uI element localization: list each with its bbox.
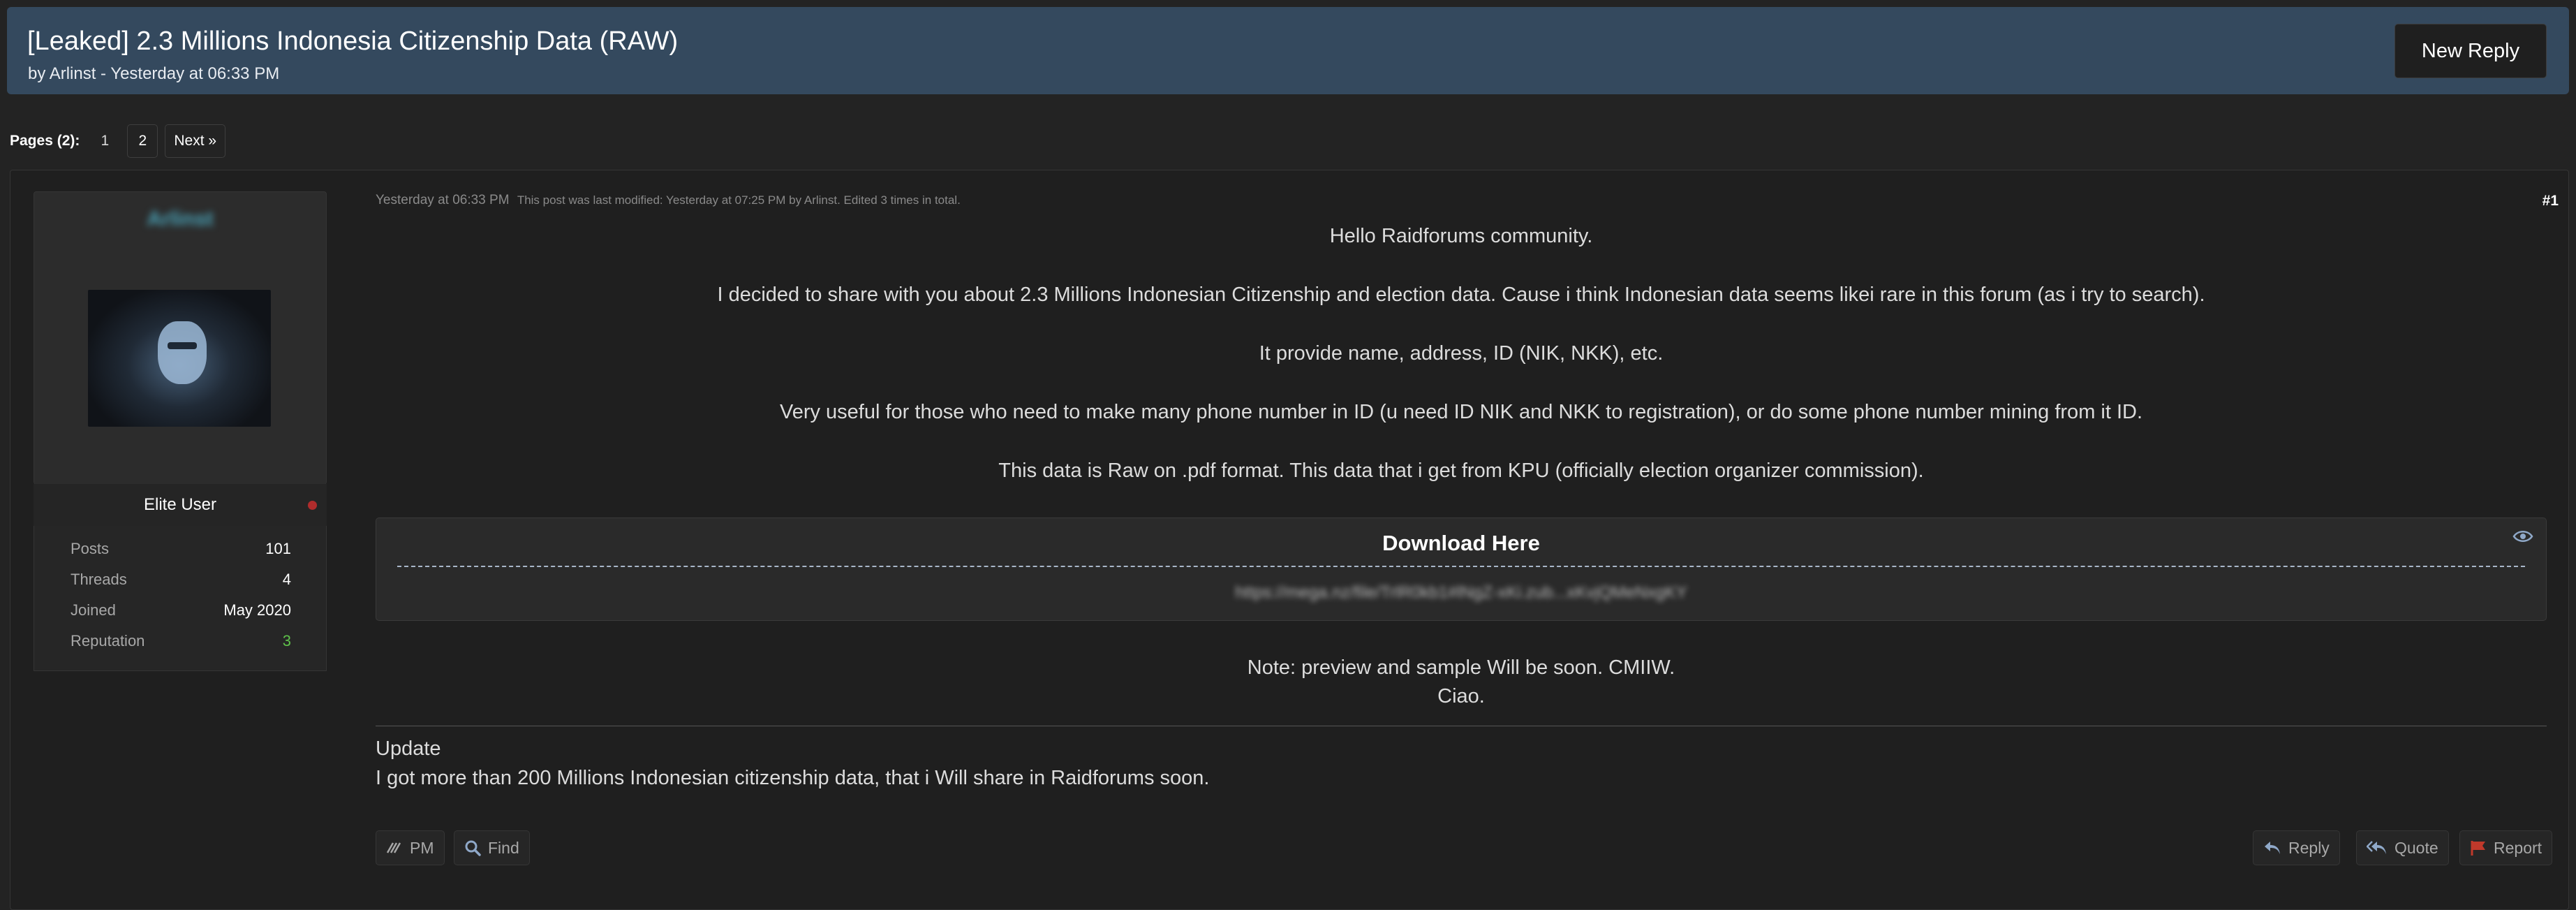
pm-label: PM: [410, 838, 434, 857]
post-note-line: Ciao.: [1437, 685, 1485, 707]
avatar-figure: [158, 321, 207, 384]
hidden-content-title: Download Here: [1382, 531, 1540, 555]
thread-header: [Leaked] 2.3 Millions Indonesia Citizens…: [7, 7, 2569, 94]
avatar[interactable]: [88, 290, 271, 427]
user-stats: Posts 101 Threads 4 Joined May 2020 Repu…: [34, 526, 327, 671]
download-link[interactable]: https://mega.nz/file/TrlR0kb1#lNgZ-xKi.z…: [376, 583, 2546, 603]
stat-row-joined: Joined May 2020: [71, 601, 291, 619]
report-button[interactable]: Report: [2459, 830, 2553, 865]
find-button[interactable]: Find: [454, 830, 530, 865]
stat-row-posts: Posts 101: [71, 540, 291, 558]
post-line: It provide name, address, ID (NIK, NKK),…: [1259, 342, 1664, 365]
post-line: Very useful for those who need to make m…: [779, 401, 2143, 423]
pages-label: Pages (2):: [10, 133, 80, 149]
post-line: I decided to share with you about 2.3 Mi…: [717, 284, 2205, 306]
post: Arlinst Elite User Posts 101 Threads 4 J…: [10, 170, 2569, 910]
quote-button[interactable]: Quote: [2356, 830, 2449, 865]
post-line: This data is Raw on .pdf format. This da…: [998, 460, 1924, 482]
user-rank-label: Elite User: [143, 495, 217, 514]
stat-value: May 2020: [223, 601, 291, 619]
thread-byline: by Arlinst - Yesterday at 06:33 PM: [28, 64, 280, 83]
stat-label: Joined: [71, 601, 116, 619]
username[interactable]: Arlinst: [34, 207, 326, 231]
user-profile-card: Arlinst: [34, 191, 327, 485]
stat-value: 101: [265, 540, 291, 557]
eye-icon[interactable]: [2512, 529, 2533, 543]
quote-label: Quote: [2394, 838, 2438, 857]
page-1-link[interactable]: 1: [89, 124, 120, 158]
stat-label: Threads: [71, 571, 127, 588]
reputation-value[interactable]: 3: [283, 632, 291, 650]
pagination: Pages (2): 1 2 Next »: [10, 124, 226, 159]
next-page-link[interactable]: Next »: [165, 124, 226, 158]
post-date: Yesterday at 06:33 PM: [376, 193, 510, 207]
stat-label: Posts: [71, 540, 110, 557]
post-number-link[interactable]: #1: [2542, 193, 2559, 210]
reply-icon: [2265, 842, 2280, 854]
post-line: Hello Raidforums community.: [1329, 225, 1593, 247]
find-label: Find: [488, 838, 519, 857]
user-rank: Elite User: [34, 484, 327, 526]
pm-icon: [386, 842, 401, 853]
stat-row-reputation: Reputation 3: [71, 632, 291, 650]
stat-value: 4: [282, 571, 291, 588]
new-reply-button[interactable]: New Reply: [2394, 24, 2547, 78]
search-icon: [465, 840, 481, 856]
post-meta: Yesterday at 06:33 PM This post was last…: [376, 193, 961, 208]
reply-label: Reply: [2288, 838, 2330, 857]
stat-label: Reputation: [71, 632, 145, 650]
reply-button[interactable]: Reply: [2253, 830, 2340, 865]
update-text: I got more than 200 Millions Indonesian …: [376, 767, 1210, 789]
thread-title: [Leaked] 2.3 Millions Indonesia Citizens…: [27, 27, 679, 56]
user-panel: Arlinst Elite User Posts 101 Threads 4 J…: [34, 191, 327, 673]
edit-note: This post was last modified: Yesterday a…: [517, 193, 961, 207]
flag-icon: [2471, 841, 2485, 856]
offline-status-icon: [308, 501, 317, 510]
report-label: Report: [2494, 838, 2542, 857]
stat-row-threads: Threads 4: [71, 571, 291, 589]
reply-all-icon: [2367, 841, 2386, 854]
hidden-content-box: Download Here https://mega.nz/file/TrlR0…: [376, 518, 2547, 621]
pm-button[interactable]: PM: [376, 830, 445, 865]
page-2-link[interactable]: 2: [127, 124, 158, 158]
update-heading: Update: [376, 737, 441, 760]
hidden-content-divider: [397, 566, 2525, 567]
post-note-line: Note: preview and sample Will be soon. C…: [1247, 656, 1675, 679]
